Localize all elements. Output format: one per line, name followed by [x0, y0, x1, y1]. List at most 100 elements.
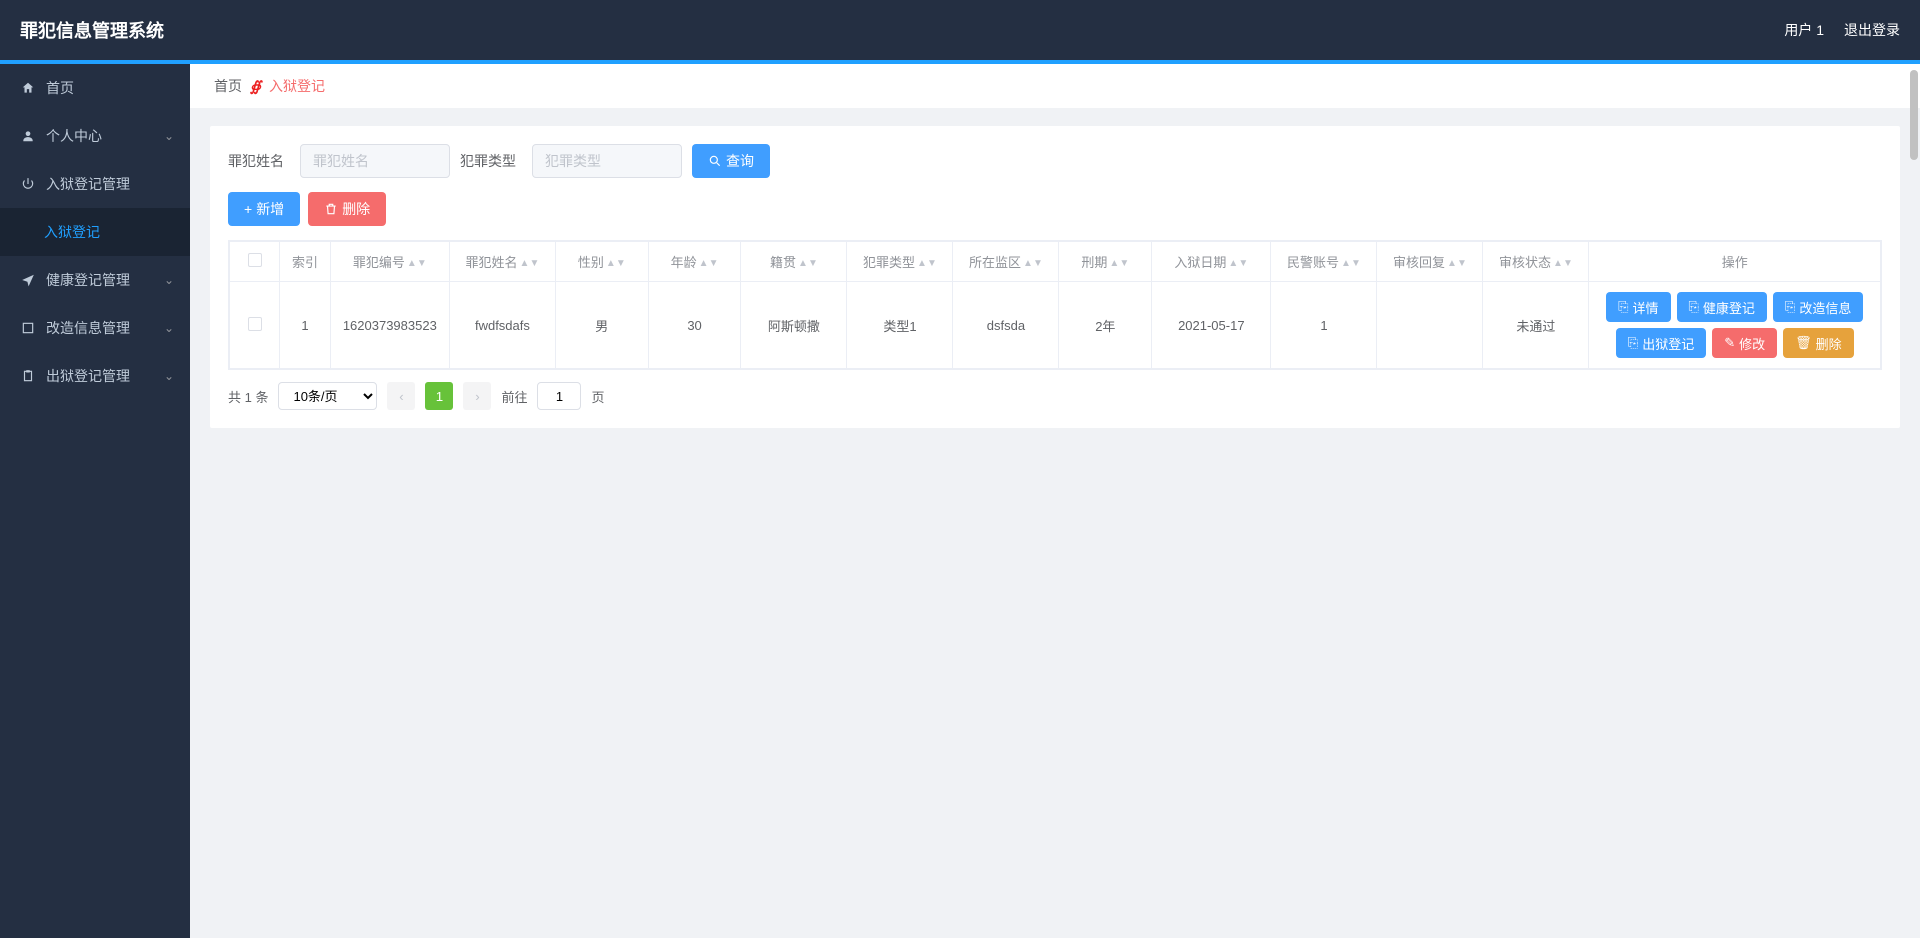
reform-info-button[interactable]: ⎘改造信息: [1773, 292, 1863, 322]
cell-number: 1620373983523: [330, 282, 449, 369]
cell-origin: 阿斯顿撒: [741, 282, 847, 369]
edit-button[interactable]: ✎修改: [1712, 328, 1777, 358]
search-button[interactable]: 查询: [692, 144, 770, 178]
total-count: 共 1 条: [228, 387, 268, 406]
add-button[interactable]: + 新增: [228, 192, 300, 226]
table-header-row: 索引 罪犯编号▲▼ 罪犯姓名▲▼ 性别▲▼ 年龄▲▼ 籍贯▲▼ 犯罪类型▲▼ 所…: [230, 242, 1881, 282]
user-icon: [20, 129, 36, 143]
doc-icon: ⎘: [1785, 299, 1795, 315]
chevron-down-icon: ⌄: [164, 273, 174, 287]
plus-icon: +: [244, 201, 252, 217]
scrollbar[interactable]: [1910, 70, 1918, 160]
send-icon: [20, 273, 36, 287]
sidebar-item-label: 入狱登记管理: [46, 174, 130, 194]
sidebar-item-label: 入狱登记: [44, 222, 100, 242]
goto-suffix: 页: [591, 387, 604, 406]
app-header: 罪犯信息管理系统 用户 1 退出登录: [0, 0, 1920, 60]
doc-icon: ⎘: [1689, 299, 1699, 315]
home-icon: [20, 81, 36, 95]
goto-page-input[interactable]: [537, 382, 581, 410]
goto-prefix: 前往: [501, 387, 527, 406]
sidebar-item-label: 出狱登记管理: [46, 366, 130, 386]
trash-icon: [324, 202, 338, 216]
square-icon: [20, 321, 36, 335]
cell-crime-type: 类型1: [847, 282, 953, 369]
header-right: 用户 1 退出登录: [1784, 20, 1900, 40]
search-icon: [708, 154, 722, 168]
delete-button[interactable]: 删除: [308, 192, 386, 226]
cell-review-reply: [1377, 282, 1483, 369]
row-checkbox[interactable]: [248, 317, 262, 331]
prev-page-button[interactable]: ‹: [387, 382, 415, 410]
main-area: 首页 ∯ 入狱登记 罪犯姓名 犯罪类型 查询 + 新增: [190, 64, 1920, 938]
edit-icon: ✎: [1724, 335, 1735, 351]
filter-bar: 罪犯姓名 犯罪类型 查询: [228, 144, 1882, 178]
sidebar-item-release[interactable]: 出狱登记管理 ⌄: [0, 352, 190, 400]
col-crime-type[interactable]: 犯罪类型▲▼: [847, 242, 953, 282]
sidebar-item-label: 健康登记管理: [46, 270, 130, 290]
release-reg-button[interactable]: ⎘出狱登记: [1616, 328, 1706, 358]
col-origin[interactable]: 籍贯▲▼: [741, 242, 847, 282]
app-title: 罪犯信息管理系统: [20, 17, 164, 43]
cell-gender: 男: [555, 282, 648, 369]
logout-link[interactable]: 退出登录: [1844, 20, 1900, 40]
sidebar: 首页 个人中心 ⌄ 入狱登记管理 入狱登记 健康登记管理 ⌄ 改造信息管理 ⌄ …: [0, 64, 190, 938]
col-review-reply[interactable]: 审核回复▲▼: [1377, 242, 1483, 282]
cell-area: dsfsda: [953, 282, 1059, 369]
clipboard-icon: [20, 369, 36, 383]
detail-button[interactable]: ⎘详情: [1606, 292, 1670, 322]
content-panel: 罪犯姓名 犯罪类型 查询 + 新增 删除: [210, 126, 1900, 428]
sidebar-item-home[interactable]: 首页: [0, 64, 190, 112]
cell-index: 1: [280, 282, 330, 369]
chevron-left-icon: ‹: [399, 389, 403, 404]
col-checkbox: [230, 242, 280, 282]
col-name[interactable]: 罪犯姓名▲▼: [449, 242, 555, 282]
breadcrumb-current: 入狱登记: [269, 76, 325, 96]
filter-crime-input[interactable]: [532, 144, 682, 178]
doc-icon: ⎘: [1628, 335, 1638, 351]
page-number-button[interactable]: 1: [425, 382, 453, 410]
cell-review-status: 未通过: [1483, 282, 1589, 369]
page-size-select[interactable]: 10条/页: [278, 382, 377, 410]
col-ops: 操作: [1589, 242, 1881, 282]
breadcrumb-home[interactable]: 首页: [214, 76, 242, 96]
col-area[interactable]: 所在监区▲▼: [953, 242, 1059, 282]
cell-name: fwdfsdafs: [449, 282, 555, 369]
filter-name-input[interactable]: [300, 144, 450, 178]
col-sentence[interactable]: 刑期▲▼: [1059, 242, 1152, 282]
table-row: 1 1620373983523 fwdfsdafs 男 30 阿斯顿撒 类型1 …: [230, 282, 1881, 369]
row-delete-button[interactable]: 🗑删除: [1783, 328, 1854, 358]
col-age[interactable]: 年龄▲▼: [648, 242, 741, 282]
sidebar-item-personal[interactable]: 个人中心 ⌄: [0, 112, 190, 160]
col-index: 索引: [280, 242, 330, 282]
sidebar-item-label: 首页: [46, 78, 74, 98]
select-all-checkbox[interactable]: [248, 253, 262, 267]
sidebar-item-incarceration[interactable]: 入狱登记管理: [0, 160, 190, 208]
next-page-button[interactable]: ›: [463, 382, 491, 410]
add-button-label: 新增: [256, 199, 284, 219]
sidebar-item-label: 改造信息管理: [46, 318, 130, 338]
trash-icon: 🗑: [1795, 335, 1812, 351]
cell-age: 30: [648, 282, 741, 369]
col-date[interactable]: 入狱日期▲▼: [1152, 242, 1271, 282]
sidebar-item-reform[interactable]: 改造信息管理 ⌄: [0, 304, 190, 352]
user-label[interactable]: 用户 1: [1784, 20, 1824, 40]
col-gender[interactable]: 性别▲▼: [555, 242, 648, 282]
pagination: 共 1 条 10条/页 ‹ 1 › 前往 页: [228, 382, 1882, 410]
cell-ops: ⎘详情 ⎘健康登记 ⎘改造信息 ⎘出狱登记 ✎修改 🗑删除: [1589, 282, 1881, 369]
cell-sentence: 2年: [1059, 282, 1152, 369]
chevron-down-icon: ⌄: [164, 321, 174, 335]
col-police[interactable]: 民警账号▲▼: [1271, 242, 1377, 282]
filter-name-label: 罪犯姓名: [228, 151, 284, 171]
cell-police: 1: [1271, 282, 1377, 369]
sidebar-item-health[interactable]: 健康登记管理 ⌄: [0, 256, 190, 304]
doc-icon: ⎘: [1618, 299, 1628, 315]
health-reg-button[interactable]: ⎘健康登记: [1677, 292, 1767, 322]
sidebar-sub-incarceration-reg[interactable]: 入狱登记: [0, 208, 190, 256]
filter-crime-label: 犯罪类型: [460, 151, 516, 171]
chevron-down-icon: ⌄: [164, 129, 174, 143]
search-button-label: 查询: [726, 151, 754, 171]
action-bar: + 新增 删除: [228, 192, 1882, 226]
col-review-status[interactable]: 审核状态▲▼: [1483, 242, 1589, 282]
col-number[interactable]: 罪犯编号▲▼: [330, 242, 449, 282]
